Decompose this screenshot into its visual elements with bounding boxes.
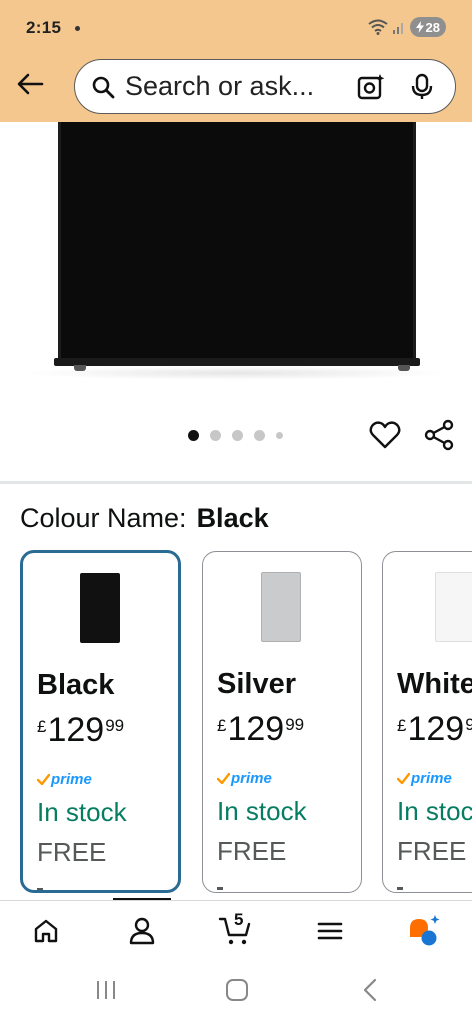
home-icon [34, 919, 58, 943]
battery-level: 28 [425, 19, 440, 35]
status-time: 2:15 [26, 18, 62, 37]
colour-name-label: Colour Name: Black [20, 503, 269, 534]
charging-bolt-icon [415, 21, 424, 33]
search-placeholder: Search or ask... [125, 71, 315, 101]
stock-status: In stock [217, 796, 307, 826]
system-navigation-bar [0, 960, 472, 1024]
section-divider [0, 481, 472, 484]
product-image-carousel[interactable] [0, 122, 472, 422]
microphone-icon[interactable] [411, 73, 433, 101]
fridge-foot-left [74, 365, 86, 371]
back-arrow-icon [17, 73, 44, 95]
nav-home[interactable] [26, 913, 66, 949]
pagination-dot[interactable] [232, 430, 243, 441]
nav-account[interactable] [122, 913, 162, 949]
price-currency: £ [37, 717, 47, 736]
notification-dot [75, 25, 81, 31]
cart-count-badge: 5 [234, 910, 244, 929]
delivery-text-clipped [37, 878, 97, 890]
pagination-dot[interactable] [210, 430, 221, 441]
rufus-assistant-icon [410, 915, 440, 946]
recent-apps-icon[interactable] [94, 978, 118, 1002]
prime-check-icon [217, 773, 230, 784]
fridge-base [54, 358, 420, 366]
prime-check-icon [37, 774, 50, 785]
swatch-thumbnail [261, 572, 301, 642]
price-whole: 129 [47, 711, 105, 749]
swatch-name: White [397, 668, 472, 700]
price-currency: £ [397, 716, 407, 735]
price-whole: 129 [227, 710, 285, 748]
delivery-label: FREE [397, 836, 467, 866]
prime-label: prime [231, 770, 272, 787]
prime-badge: prime [37, 771, 92, 788]
back-button[interactable] [10, 64, 50, 104]
menu-icon [317, 922, 343, 940]
nav-cart[interactable]: 5 [216, 910, 256, 949]
camera-lens-icon[interactable] [357, 73, 385, 101]
swatch-price: £ 129 99 [37, 711, 124, 749]
delivery-label: FREE [37, 837, 107, 867]
pagination-dot[interactable] [276, 432, 283, 439]
heart-icon[interactable] [368, 418, 402, 452]
delivery-text-clipped [217, 877, 277, 890]
status-icons: 28 [367, 17, 446, 37]
account-icon [129, 917, 155, 945]
nav-menu[interactable] [310, 913, 350, 949]
price-fraction: 99 [285, 715, 305, 734]
delivery-text-clipped [397, 877, 457, 890]
prime-label: prime [411, 770, 452, 787]
search-input[interactable]: Search or ask... [74, 59, 456, 114]
colour-option-black[interactable]: Black £ 129 99 prime In stock FREE [20, 550, 181, 893]
system-back-icon[interactable] [360, 978, 380, 1002]
pagination-dot[interactable] [254, 430, 265, 441]
nav-rufus[interactable] [404, 913, 444, 949]
fridge-foot-right [398, 365, 410, 371]
colour-selected-value: Black [196, 503, 269, 533]
pagination-dot[interactable] [188, 430, 199, 441]
prime-badge: prime [397, 770, 452, 787]
colour-option-white[interactable]: White £ 129 99 prime In stock FREE [382, 551, 472, 893]
swatch-name: Black [37, 669, 115, 701]
delivery-label: FREE [217, 836, 287, 866]
wifi-icon [367, 19, 388, 35]
status-bar: 2:15 28 [0, 0, 472, 56]
share-icon[interactable] [422, 418, 456, 452]
battery-indicator: 28 [409, 17, 446, 37]
search-header: Search or ask... [0, 56, 472, 122]
price-fraction: 99 [465, 715, 472, 735]
price-whole: 129 [407, 710, 465, 748]
stock-status: In stock [37, 797, 127, 827]
swatch-price: £ 129 99 [397, 710, 472, 748]
swatch-thumbnail [435, 572, 472, 642]
prime-label: prime [51, 771, 92, 788]
swatch-name: Silver [217, 668, 296, 700]
colour-label: Colour Name: [20, 503, 187, 533]
price-fraction: 99 [105, 716, 125, 735]
product-image-fridge [58, 122, 416, 362]
prime-badge: prime [217, 770, 272, 787]
home-button-icon[interactable] [225, 978, 249, 1002]
bottom-navigation: 5 [0, 900, 472, 960]
price-currency: £ [217, 716, 227, 735]
signal-icon [392, 23, 403, 34]
swatch-price: £ 129 99 [217, 710, 304, 748]
colour-option-silver[interactable]: Silver £ 129 99 prime In stock FREE [202, 551, 362, 893]
app-screen: 2:15 28 Search or ask... Colour Name: Bl… [0, 0, 472, 1024]
stock-status: In stock [397, 796, 472, 826]
search-icon [92, 76, 115, 98]
swatch-thumbnail [80, 573, 120, 643]
prime-check-icon [397, 773, 410, 784]
image-pagination-dots [188, 430, 283, 441]
